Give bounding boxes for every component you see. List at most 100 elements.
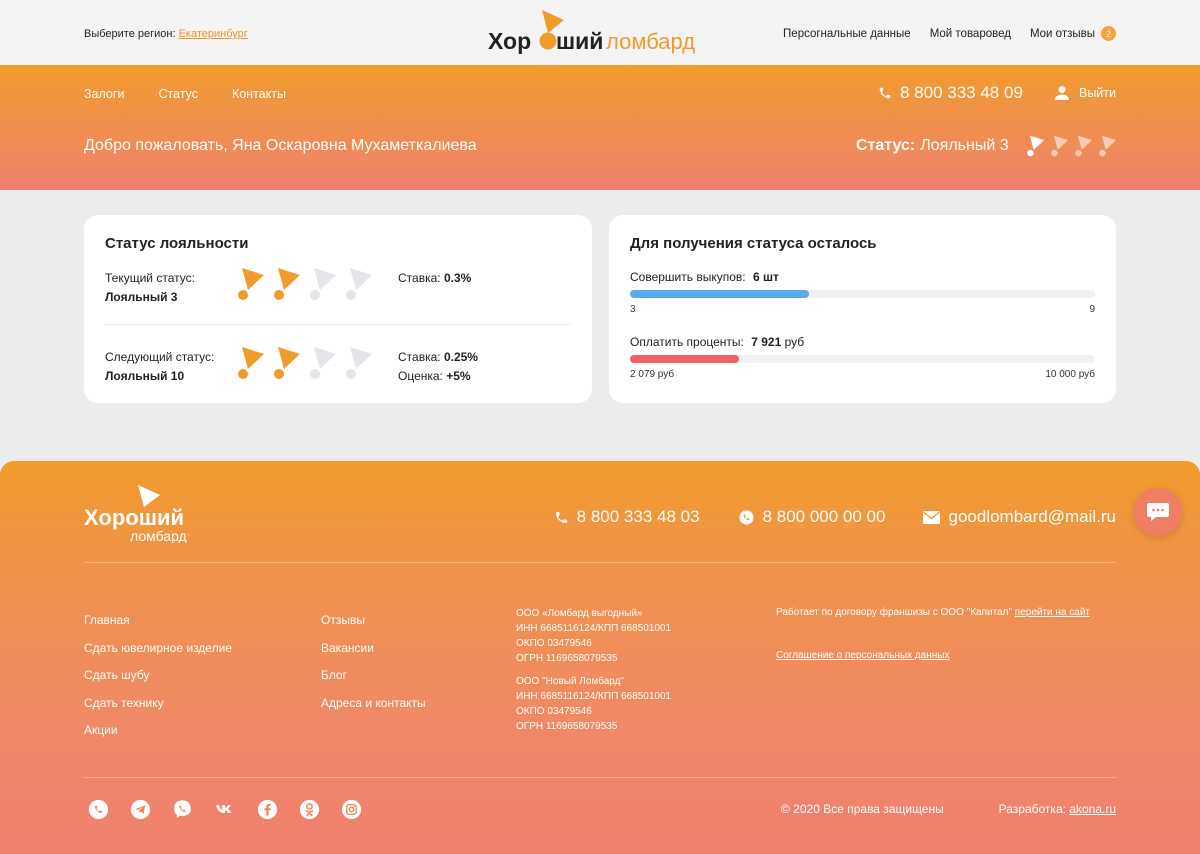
purchases-value: 6 шт [752, 270, 779, 284]
next-status-value: Лояльный 10 [105, 369, 185, 383]
instagram-icon[interactable] [341, 799, 362, 820]
loyalty-mark-icon [238, 268, 264, 300]
logout-button[interactable]: Выйти [1054, 85, 1116, 101]
top-nav: Персогнальные данные Мой товаровед Мои о… [764, 26, 1116, 41]
purchases-label: Совершить выкупов: [630, 270, 746, 284]
loyalty-mark-icon [274, 268, 300, 300]
legal-line: ИНН 6685116124/КПП 668501001 [516, 623, 672, 634]
divider [105, 324, 571, 325]
legal-line: ООО «Ломбард выгодный» [516, 608, 643, 619]
franchise-note: Работает по договору франшизы с ООО "Кап… [776, 607, 1090, 618]
phone-icon [555, 511, 567, 523]
viber-icon[interactable] [172, 799, 193, 820]
whatsapp-icon [738, 509, 754, 525]
interest-min: 2 079 руб [630, 369, 675, 380]
interest-progress-fill [630, 355, 740, 363]
developer-label: Разработка: [998, 802, 1066, 816]
footer-link-blog[interactable]: Блог [321, 662, 426, 690]
interest-progress-track [630, 355, 1095, 363]
footer-link-vacancies[interactable]: Вакансии [321, 635, 426, 663]
current-status-marks [235, 267, 379, 301]
legal-line: ОГРН 1169658079535 [516, 721, 618, 732]
legal-line: ОКПО 03479546 [516, 638, 592, 649]
copyright: © 2020 Все права защищены [781, 802, 944, 816]
legal-line: ОКПО 03479546 [516, 706, 592, 717]
loyalty-mark-icon [1074, 135, 1092, 157]
header-status-value: Лояльный 3 [920, 137, 1009, 154]
purchases-max: 9 [1089, 304, 1095, 315]
legal-entity-2: ООО "Новый Ломбард" ИНН 6685116124/КПП 6… [516, 674, 671, 734]
svg-text:ломбард: ломбард [606, 29, 695, 54]
facebook-icon[interactable] [257, 799, 278, 820]
next-score-value: +5% [446, 369, 471, 383]
next-rate-label: Ставка: [398, 350, 441, 364]
social-links [88, 799, 383, 820]
hero-banner: Залоги Статус Контакты 8 800 333 48 09 В… [0, 65, 1200, 190]
chat-icon [1147, 503, 1169, 521]
mail-icon [923, 510, 941, 524]
svg-text:Хорoший: Хорoший [84, 505, 184, 530]
legal-line: ООО "Новый Ломбард" [516, 676, 624, 687]
franchise-link[interactable]: перейти на сайт [1015, 607, 1090, 618]
legal-line: ИНН 6685116124/КПП 668501001 [516, 691, 672, 702]
loyalty-card-title: Статус лояльности [105, 235, 249, 252]
footer-link-reviews[interactable]: Отзывы [321, 607, 426, 635]
main-nav: Залоги Статус Контакты [84, 87, 320, 101]
current-status-value: Лояльный 3 [105, 290, 178, 304]
interest-value: 7 921 [751, 335, 782, 349]
whatsapp-icon[interactable] [88, 799, 109, 820]
legal-info: ООО «Ломбард выгодный» ИНН 6685116124/КП… [516, 606, 671, 742]
odnoklassniki-icon[interactable] [299, 799, 320, 820]
nav-pledges[interactable]: Залоги [84, 87, 124, 101]
legal-line: ОГРН 1169658079535 [516, 653, 618, 664]
footer-link-fur[interactable]: Сдать шубу [84, 662, 232, 690]
remaining-status-card: Для получения статуса осталось Совершить… [609, 215, 1116, 403]
footer-link-addresses[interactable]: Адреса и контакты [321, 690, 426, 718]
privacy-agreement-link[interactable]: Соглашение о персональных данных [776, 650, 949, 661]
telegram-icon[interactable] [130, 799, 151, 820]
svg-text:ший: ший [556, 28, 603, 54]
svg-text:ломбард: ломбард [130, 528, 187, 543]
footer-logo[interactable]: Хорoший ломбард [84, 483, 199, 543]
region-label: Выберите регион: [84, 28, 176, 40]
site-logo[interactable]: Хор ший ломбард [488, 8, 714, 56]
franchise-text: Работает по договору франшизы с ООО "Кап… [776, 607, 1012, 618]
header-status-marks [1025, 135, 1121, 157]
region-city-link[interactable]: Екатеринбург [179, 28, 248, 40]
header-phone-number: 8 800 333 48 09 [900, 83, 1023, 102]
footer-link-home[interactable]: Главная [84, 607, 232, 635]
header-status: Статус: Лояльный 3 [856, 135, 1121, 157]
footer-divider [84, 777, 1116, 778]
footer-menu-1: Главная Сдать ювелирное изделие Сдать шу… [84, 607, 232, 745]
logout-label: Выйти [1078, 86, 1116, 100]
footer-phone[interactable]: 8 800 333 48 03 [554, 507, 700, 527]
footer-divider [84, 562, 1116, 563]
nav-contacts[interactable]: Контакты [232, 87, 286, 101]
purchases-progress-track [630, 290, 1095, 298]
footer-contacts: 8 800 333 48 03 8 800 000 00 00 goodlomb… [516, 507, 1116, 527]
nav-my-items[interactable]: Мой товаровед [930, 28, 1011, 40]
footer-link-promos[interactable]: Акции [84, 717, 232, 745]
remaining-card-title: Для получения статуса осталось [630, 235, 877, 252]
current-rate-label: Ставка: [398, 271, 441, 285]
footer-link-jewelry[interactable]: Сдать ювелирное изделие [84, 635, 232, 663]
vk-icon[interactable] [214, 799, 236, 820]
svg-text:Хор: Хор [488, 28, 531, 54]
footer-menu-2: Отзывы Вакансии Блог Адреса и контакты [321, 607, 426, 717]
footer-whatsapp-number: 8 800 000 00 00 [762, 507, 886, 526]
next-rate-value: 0.25% [443, 350, 478, 364]
nav-personal-data[interactable]: Персогнальные данные [783, 28, 911, 40]
loyalty-mark-icon [310, 268, 336, 300]
footer-email-address: goodlombard@mail.ru [948, 507, 1116, 526]
next-status-marks [235, 346, 379, 380]
interest-max: 10 000 руб [1045, 369, 1095, 380]
footer-email[interactable]: goodlombard@mail.ru [923, 507, 1116, 527]
next-status-label: Следующий статус: [105, 350, 215, 364]
footer-link-tech[interactable]: Сдать технику [84, 690, 232, 718]
nav-my-reviews[interactable]: Мои отзывы [1030, 28, 1095, 40]
header-phone[interactable]: 8 800 333 48 09 [878, 83, 1023, 103]
nav-status[interactable]: Статус [158, 87, 198, 101]
footer-whatsapp[interactable]: 8 800 000 00 00 [738, 507, 886, 527]
developer-link[interactable]: akona.ru [1069, 802, 1116, 816]
chat-button[interactable] [1134, 488, 1182, 536]
